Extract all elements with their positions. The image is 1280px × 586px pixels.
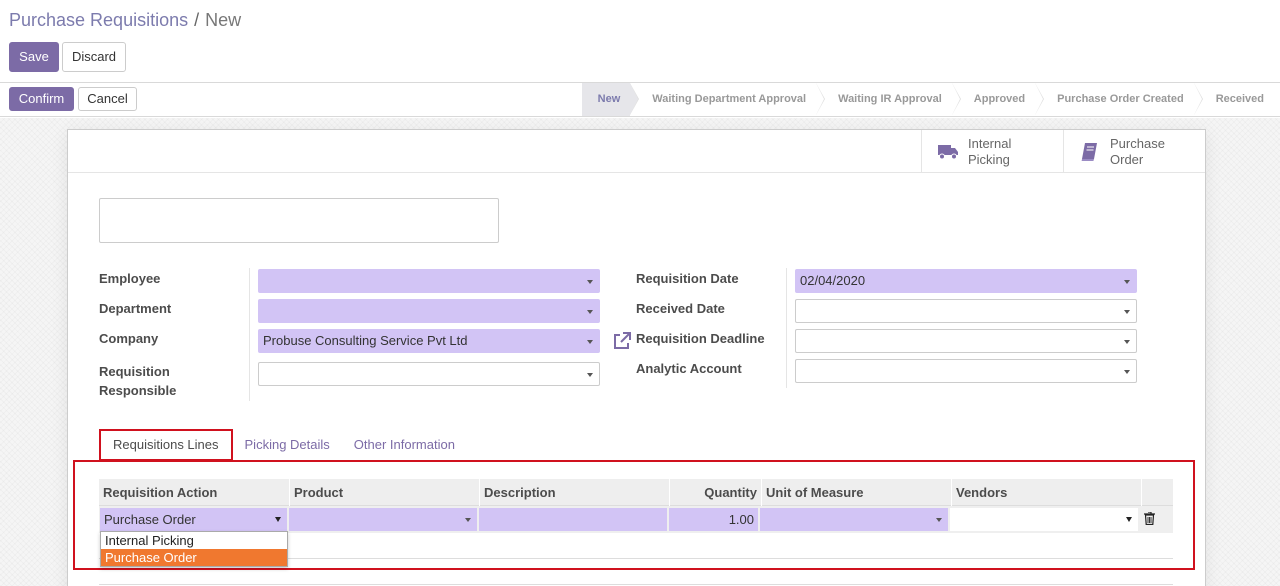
chevron-down-icon — [1124, 310, 1130, 314]
table-row: Purchase Order 1.00 — [99, 506, 1173, 533]
purchase-order-label: Purchase Order — [1110, 135, 1165, 167]
chevron-down-icon — [275, 517, 281, 522]
statusbar: Confirm Cancel New Waiting Department Ap… — [0, 83, 1280, 117]
requisition-date-value: 02/04/2020 — [800, 273, 866, 288]
company-select[interactable]: Probuse Consulting Service Pvt Ltd — [258, 329, 600, 353]
save-button[interactable]: Save — [9, 42, 59, 72]
chevron-down-icon — [1126, 517, 1132, 522]
discard-button[interactable]: Discard — [62, 42, 126, 72]
sheet-divider — [99, 584, 1173, 585]
stage-pipeline: New Waiting Department Approval Waiting … — [581, 83, 1280, 116]
column-vendors[interactable]: Vendors — [952, 479, 1142, 506]
chevron-down-icon — [936, 518, 942, 522]
column-actions — [1142, 479, 1173, 506]
received-date-input[interactable] — [795, 299, 1137, 323]
internal-picking-label: Internal Picking — [968, 135, 1012, 167]
cancel-button[interactable]: Cancel — [78, 87, 137, 111]
stage-purchase-order-created[interactable]: Purchase Order Created — [1035, 83, 1203, 116]
breadcrumb-separator: / — [194, 10, 200, 30]
left-group-separator — [249, 268, 250, 401]
stage-waiting-ir-approval[interactable]: Waiting IR Approval — [816, 83, 961, 116]
stage-received[interactable]: Received — [1194, 83, 1280, 116]
requisition-deadline-label: Requisition Deadline — [636, 331, 765, 346]
tab-picking-details[interactable]: Picking Details — [233, 429, 342, 461]
stage-new: New — [581, 83, 639, 116]
quantity-input[interactable]: 1.00 — [669, 508, 758, 531]
vendors-select[interactable] — [950, 508, 1138, 531]
chevron-down-icon — [1124, 370, 1130, 374]
requisition-deadline-input[interactable] — [795, 329, 1137, 353]
right-group-separator — [786, 268, 787, 388]
truck-icon — [936, 140, 960, 164]
option-internal-picking[interactable]: Internal Picking — [101, 532, 287, 549]
requisition-responsible-label: Requisition Responsible — [99, 364, 177, 398]
name-input[interactable] — [99, 198, 499, 243]
book-icon — [1078, 140, 1102, 164]
requisition-action-select[interactable]: Purchase Order — [100, 508, 287, 531]
column-description[interactable]: Description — [480, 479, 670, 506]
purchase-order-button[interactable]: Purchase Order — [1063, 130, 1205, 173]
department-select[interactable] — [258, 299, 600, 323]
analytic-account-label: Analytic Account — [636, 361, 742, 376]
tab-requisitions-lines[interactable]: Requisitions Lines — [99, 429, 233, 461]
breadcrumb-current: New — [205, 10, 242, 30]
smart-button-box: Internal Picking Purchase Order — [68, 130, 1205, 173]
stage-waiting-department-approval[interactable]: Waiting Department Approval — [630, 83, 825, 116]
column-quantity[interactable]: Quantity — [670, 479, 762, 506]
internal-picking-button[interactable]: Internal Picking — [921, 130, 1063, 173]
requisition-date-input[interactable]: 02/04/2020 — [795, 269, 1137, 293]
chevron-down-icon — [1124, 280, 1130, 284]
department-label: Department — [99, 301, 172, 316]
control-panel: Purchase Requisitions / New Save Discard — [0, 0, 1280, 83]
trash-icon[interactable] — [1144, 511, 1155, 526]
external-link-icon[interactable] — [612, 331, 632, 351]
table-header: Requisition Action Product Description Q… — [99, 479, 1173, 506]
description-input[interactable] — [479, 508, 667, 531]
option-purchase-order[interactable]: Purchase Order — [101, 549, 287, 566]
column-product[interactable]: Product — [290, 479, 480, 506]
breadcrumb: Purchase Requisitions / New — [9, 10, 241, 30]
unit-of-measure-select[interactable] — [760, 508, 948, 531]
chevron-down-icon — [587, 340, 593, 344]
requisition-lines-table: Requisition Action Product Description Q… — [99, 479, 1173, 533]
company-value: Probuse Consulting Service Pvt Ltd — [263, 333, 468, 348]
requisition-date-label: Requisition Date — [636, 271, 739, 286]
requisition-responsible-select[interactable] — [258, 362, 600, 386]
product-select[interactable] — [289, 508, 477, 531]
tab-other-information[interactable]: Other Information — [342, 429, 467, 461]
confirm-button[interactable]: Confirm — [9, 87, 74, 111]
employee-select[interactable] — [258, 269, 600, 293]
column-requisition-action[interactable]: Requisition Action — [99, 479, 290, 506]
chevron-down-icon — [587, 310, 593, 314]
company-label: Company — [99, 331, 159, 346]
stage-approved[interactable]: Approved — [952, 83, 1045, 116]
chevron-down-icon — [465, 518, 471, 522]
employee-label: Employee — [99, 271, 161, 286]
chevron-down-icon — [587, 280, 593, 284]
column-unit-of-measure[interactable]: Unit of Measure — [762, 479, 952, 506]
requisition-action-options: Internal Picking Purchase Order — [100, 531, 288, 567]
received-date-label: Received Date — [636, 301, 725, 316]
breadcrumb-parent-link[interactable]: Purchase Requisitions — [9, 10, 188, 30]
analytic-account-select[interactable] — [795, 359, 1137, 383]
chevron-down-icon — [1124, 340, 1130, 344]
chevron-down-icon — [587, 373, 593, 377]
notebook-tabs: Requisitions Lines Picking Details Other… — [99, 429, 467, 461]
